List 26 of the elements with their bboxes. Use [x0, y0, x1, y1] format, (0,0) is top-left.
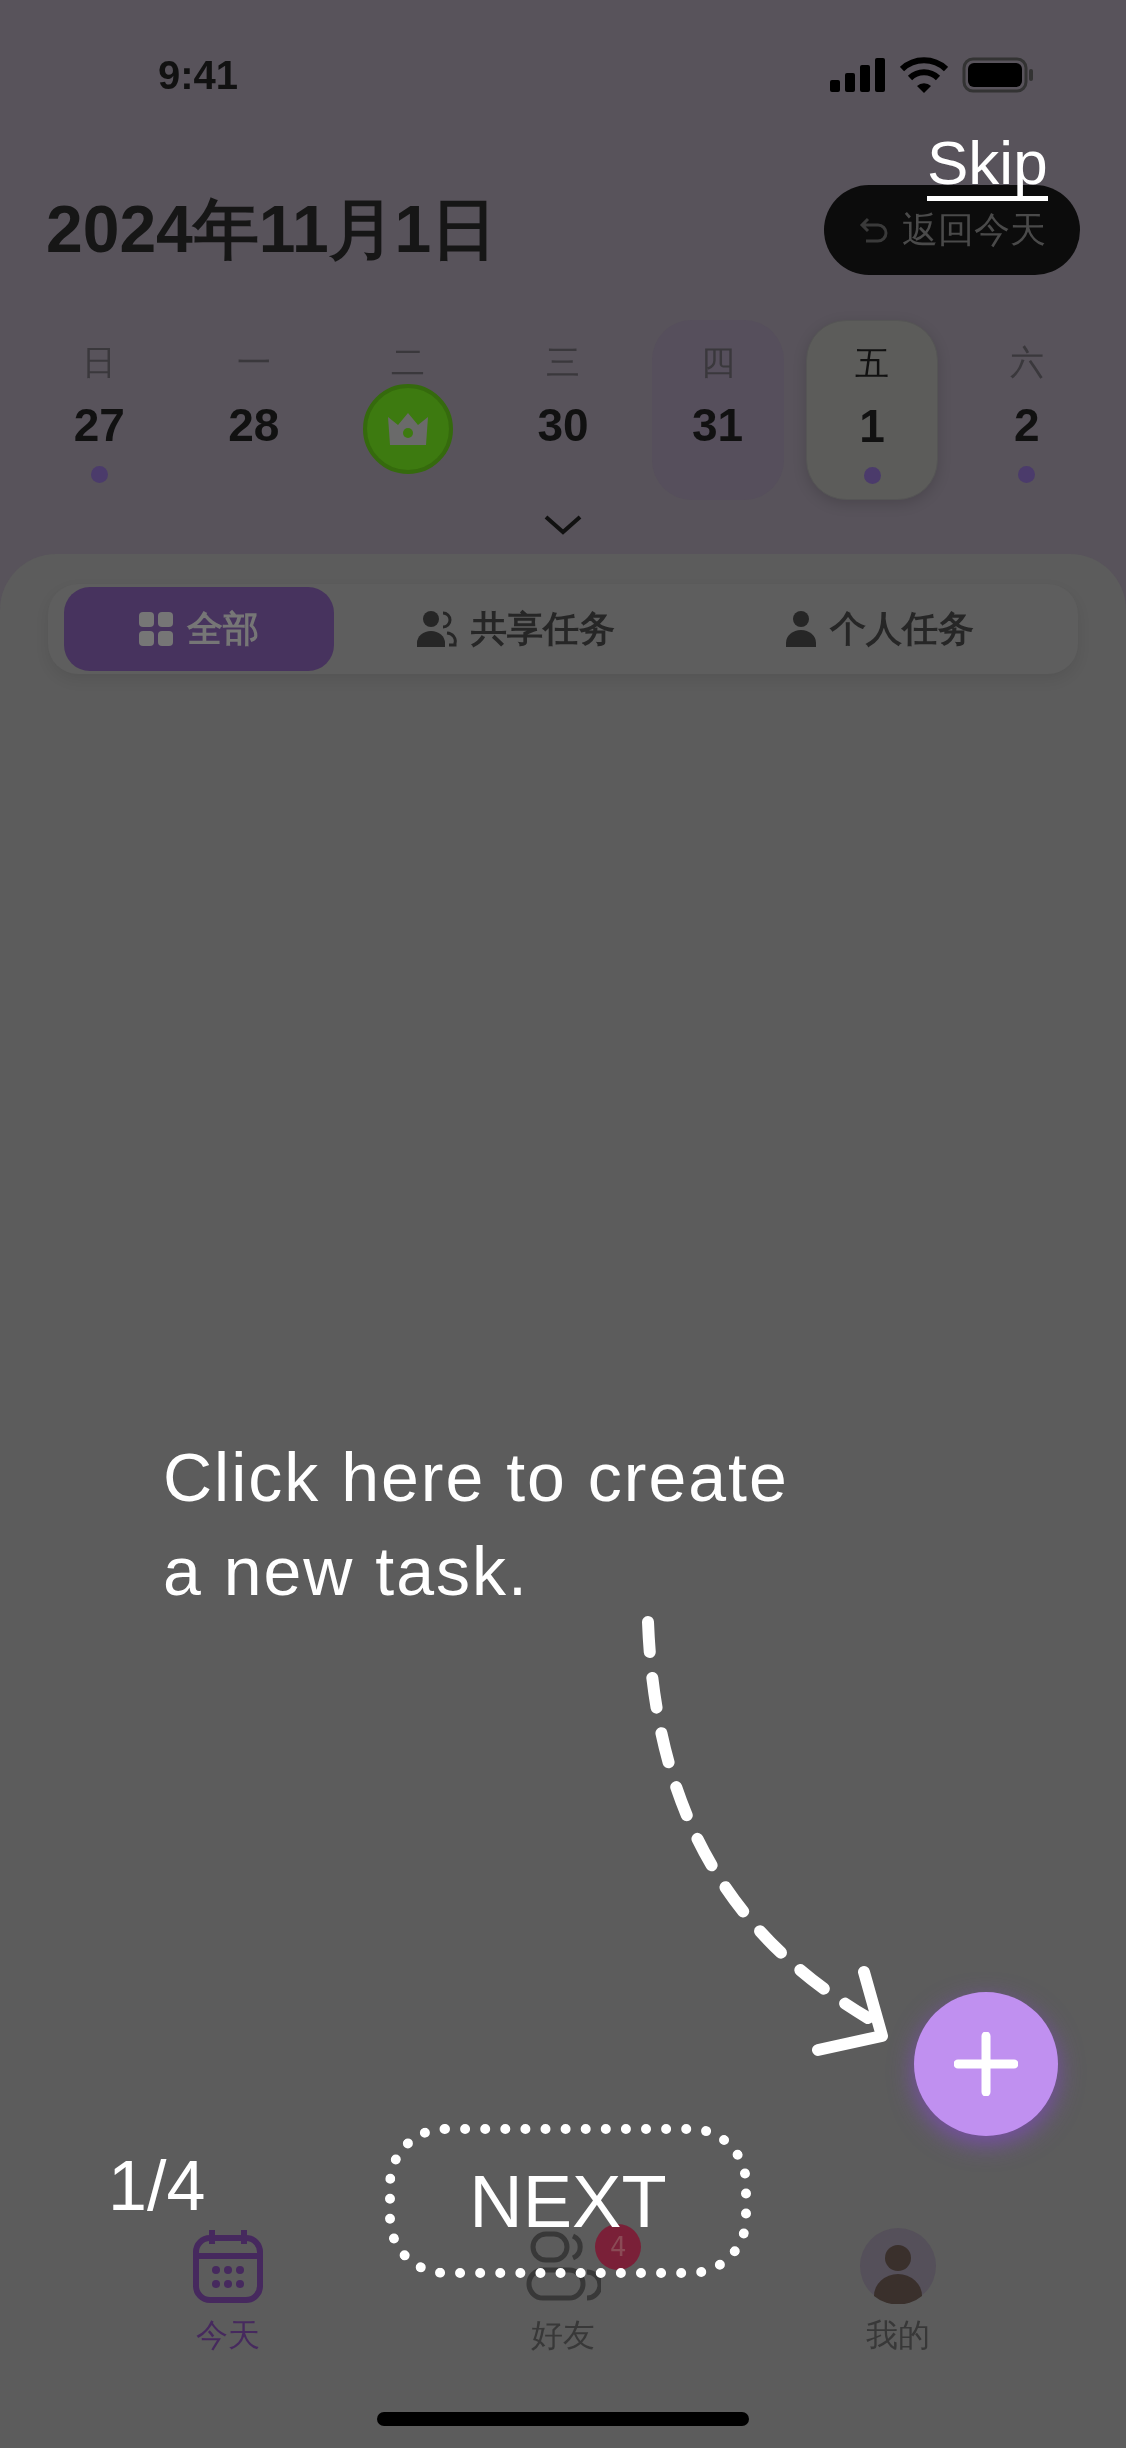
wifi-icon	[900, 57, 948, 93]
plus-icon	[954, 2032, 1018, 2096]
step-counter: 1/4	[108, 2146, 206, 2226]
chevron-down-icon[interactable]	[543, 514, 583, 536]
signal-icon	[830, 58, 886, 92]
filter-tab[interactable]: 共享任务	[334, 587, 698, 671]
day-number[interactable]: 30	[537, 390, 589, 460]
day-number[interactable]: 28	[228, 390, 280, 460]
grid-icon	[139, 612, 173, 646]
date-title: 2024年11月1日	[46, 191, 498, 268]
day-number[interactable]: 2	[1013, 390, 1040, 460]
filter-tab[interactable]: 全部	[64, 587, 334, 671]
status-time: 9:41	[158, 52, 239, 98]
hint-text: Click here to create a new task.	[163, 1438, 790, 1611]
weekday-label: 五	[855, 342, 890, 385]
undo-icon	[858, 215, 890, 245]
person-icon	[786, 611, 816, 647]
skip-link[interactable]: Skip	[927, 130, 1048, 201]
battery-icon	[962, 57, 1034, 93]
people-icon	[417, 611, 457, 647]
day-cell[interactable]: 五 1	[806, 320, 939, 500]
day-number[interactable]: 31	[691, 390, 744, 460]
filter-tab[interactable]: 个人任务	[698, 587, 1062, 671]
day-number[interactable]: 1	[859, 391, 885, 461]
avatar-icon	[860, 2228, 937, 2304]
day-number[interactable]: 27	[73, 390, 125, 460]
